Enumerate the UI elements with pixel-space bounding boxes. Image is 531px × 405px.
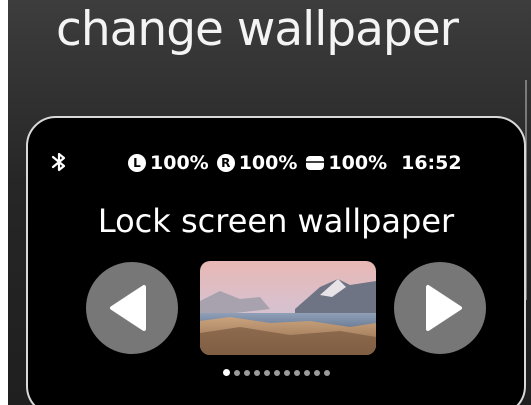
page-dot[interactable] [233, 370, 240, 376]
right-earbud-status: R 100% [216, 152, 298, 174]
right-earbud-icon: R [216, 154, 235, 172]
landscape-image [200, 261, 376, 355]
page-dot[interactable] [293, 370, 300, 376]
page-dot[interactable] [243, 370, 250, 376]
triangle-left-icon [110, 285, 146, 331]
page-title: change wallpaper [56, 2, 459, 57]
right-earbud-battery: 100% [238, 152, 298, 174]
status-bar: L 100% R 100% 100% 16:52 [28, 152, 524, 178]
triangle-right-icon [426, 285, 462, 331]
next-wallpaper-button[interactable] [394, 262, 486, 354]
page-dot[interactable] [323, 370, 330, 376]
previous-wallpaper-button[interactable] [86, 262, 178, 354]
page-indicator [28, 369, 524, 376]
left-earbud-status: L 100% [128, 152, 209, 174]
page-dot[interactable] [263, 370, 270, 376]
tutorial-slide: change wallpaper L 100% R 100% 100% 16:5… [8, 0, 531, 405]
left-earbud-icon: L [128, 154, 146, 172]
screen-title: Lock screen wallpaper [97, 202, 455, 240]
case-battery: 100% [328, 152, 388, 174]
left-earbud-battery: 100% [150, 152, 209, 174]
page-dot[interactable] [253, 370, 260, 376]
case-status: 100% [305, 152, 387, 174]
bluetooth-icon [50, 150, 68, 174]
page-dot[interactable] [283, 370, 290, 376]
charging-case-icon [305, 153, 325, 173]
page-dot[interactable] [303, 370, 310, 376]
battery-status-group: L 100% R 100% 100% 16:52 [128, 152, 462, 174]
page-dot[interactable] [313, 370, 320, 376]
page-dot[interactable] [273, 370, 280, 376]
watch-screen: L 100% R 100% 100% 16:52 Lock screen wal… [26, 116, 526, 405]
clock: 16:52 [401, 152, 462, 174]
page-dot-active[interactable] [222, 369, 230, 376]
wallpaper-preview[interactable] [200, 261, 376, 355]
